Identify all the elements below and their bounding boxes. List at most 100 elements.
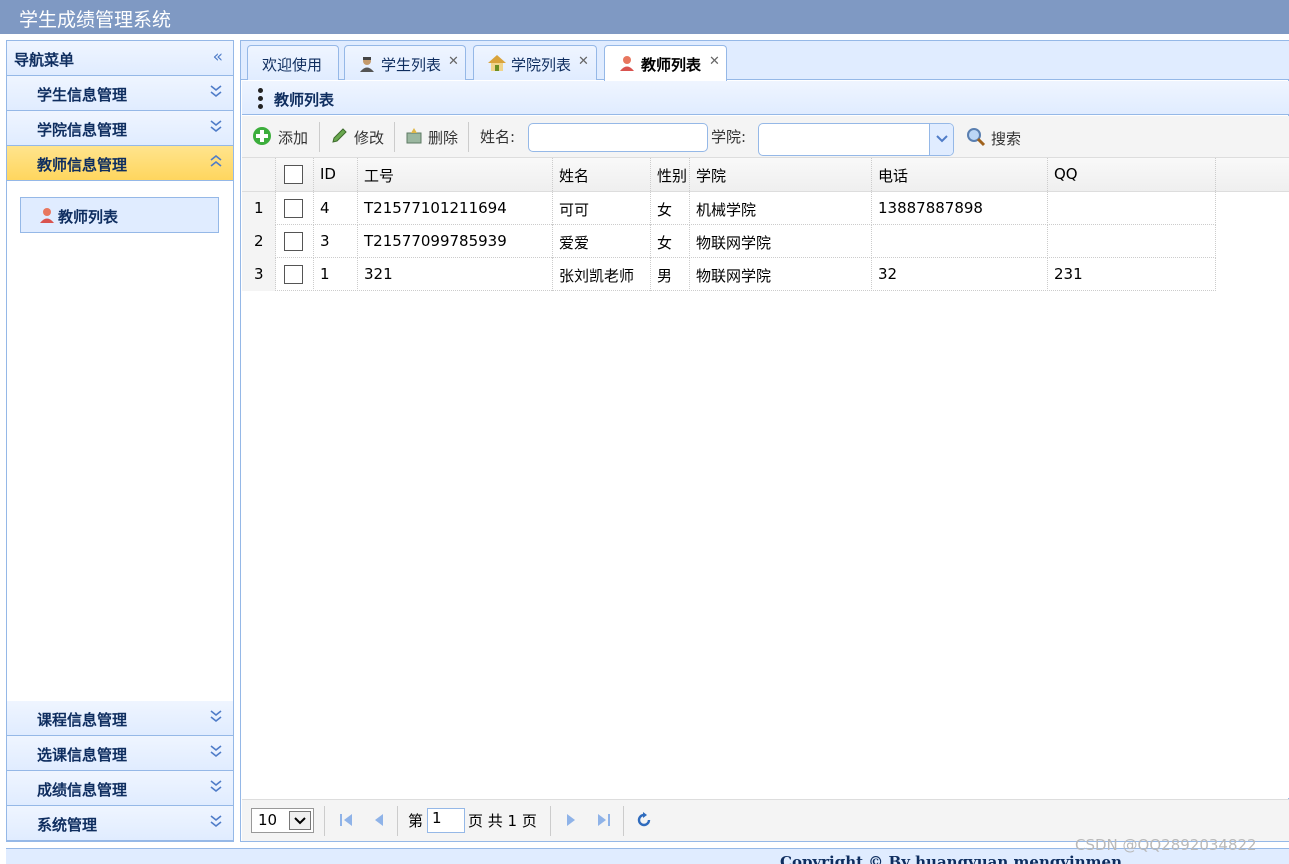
nav-section-label: 成绩信息管理 bbox=[37, 781, 128, 799]
close-icon[interactable]: ✕ bbox=[578, 54, 589, 69]
row-number: 1 bbox=[242, 192, 276, 225]
chevron-down-icon[interactable] bbox=[209, 743, 223, 759]
table-row[interactable]: 2 3 T21577099785939 爱爱 女 物联网学院 bbox=[242, 225, 1216, 258]
watermark: CSDN @QQ2892034822 bbox=[1075, 836, 1257, 854]
name-search-input[interactable] bbox=[528, 123, 708, 152]
header-checkbox-cell bbox=[276, 158, 314, 191]
menu-dots-icon bbox=[258, 88, 263, 110]
chevron-down-icon[interactable] bbox=[209, 118, 223, 134]
add-button[interactable]: 添加 bbox=[250, 123, 314, 151]
select-all-checkbox[interactable] bbox=[284, 165, 303, 184]
chevron-up-icon[interactable] bbox=[209, 153, 223, 169]
tab-welcome[interactable]: 欢迎使用 bbox=[247, 45, 339, 80]
row-checkbox[interactable] bbox=[284, 199, 303, 218]
column-header[interactable]: 学院 bbox=[690, 158, 872, 191]
table-row[interactable]: 1 4 T21577101211694 可可 女 机械学院 1388788789… bbox=[242, 192, 1216, 225]
cell-qq: 231 bbox=[1048, 258, 1216, 291]
main-tabs: 欢迎使用 学生列表 ✕ 学院列表 ✕ 教师列表 ✕ 教师列表 添加 修改 删除 … bbox=[240, 40, 1289, 842]
cell-no: T21577101211694 bbox=[358, 192, 553, 225]
nav-section-label: 学院信息管理 bbox=[37, 121, 128, 139]
chevron-down-icon[interactable] bbox=[209, 778, 223, 794]
tab-student-list[interactable]: 学生列表 ✕ bbox=[344, 45, 466, 80]
nav-link-teacher-list[interactable]: 教师列表 bbox=[20, 197, 219, 233]
refresh-icon[interactable] bbox=[635, 811, 653, 829]
nav-section-teacher[interactable]: 教师信息管理 bbox=[7, 146, 233, 181]
nav-panel: 导航菜单 « 学生信息管理 学院信息管理 教师信息管理 教师列表 课程信息管理 … bbox=[6, 40, 234, 842]
nav-section-course[interactable]: 课程信息管理 bbox=[7, 701, 233, 736]
select-arrow[interactable] bbox=[929, 124, 953, 155]
delete-icon bbox=[406, 128, 422, 144]
column-header[interactable]: ID bbox=[314, 158, 358, 191]
nav-section-label: 教师信息管理 bbox=[37, 156, 128, 174]
cell-id: 4 bbox=[314, 192, 358, 225]
header-rownum bbox=[242, 158, 276, 191]
page-size-select[interactable]: 10 bbox=[251, 808, 314, 833]
teacher-icon bbox=[620, 56, 634, 71]
cell-name: 爱爱 bbox=[553, 225, 651, 258]
collapse-left-icon[interactable]: « bbox=[213, 47, 223, 67]
toolbar-divider bbox=[319, 122, 320, 152]
tab-college-list[interactable]: 学院列表 ✕ bbox=[473, 45, 597, 80]
nav-section-label: 系统管理 bbox=[37, 816, 98, 834]
nav-section-grade[interactable]: 成绩信息管理 bbox=[7, 771, 233, 806]
cell-gender: 男 bbox=[651, 258, 690, 291]
panel-header: 教师列表 bbox=[242, 81, 1289, 115]
search-button[interactable]: 搜索 bbox=[964, 123, 1028, 151]
app-title: 学生成绩管理系统 bbox=[19, 9, 172, 31]
chevron-down-icon[interactable] bbox=[209, 813, 223, 829]
delete-button[interactable]: 删除 bbox=[402, 123, 466, 151]
select-arrow[interactable] bbox=[289, 811, 311, 830]
cell-no: 321 bbox=[358, 258, 553, 291]
page-number-input[interactable]: 1 bbox=[427, 808, 465, 833]
last-page-icon[interactable] bbox=[595, 811, 613, 829]
cell-college: 物联网学院 bbox=[690, 225, 872, 258]
row-checkbox[interactable] bbox=[284, 265, 303, 284]
tab-label: 教师列表 bbox=[641, 56, 702, 74]
table-header: ID 工号 姓名 性别 学院 电话 QQ bbox=[242, 158, 1289, 192]
nav-title: 导航菜单 bbox=[14, 51, 75, 69]
edit-button[interactable]: 修改 bbox=[328, 123, 390, 151]
nav-section-student[interactable]: 学生信息管理 bbox=[7, 76, 233, 111]
row-number: 3 bbox=[242, 258, 276, 291]
row-checkbox-cell bbox=[276, 192, 314, 225]
cell-phone bbox=[872, 225, 1048, 258]
cell-name: 张刘凯老师 bbox=[553, 258, 651, 291]
close-icon[interactable]: ✕ bbox=[448, 54, 459, 69]
student-icon bbox=[360, 57, 374, 72]
pager-divider bbox=[397, 806, 398, 836]
column-header[interactable]: 姓名 bbox=[553, 158, 651, 191]
first-page-icon[interactable] bbox=[337, 811, 355, 829]
column-header[interactable]: 性别 bbox=[651, 158, 690, 191]
tab-label: 学院列表 bbox=[511, 56, 572, 74]
name-field-label: 姓名: bbox=[480, 128, 516, 146]
pager-divider bbox=[623, 806, 624, 836]
next-page-icon[interactable] bbox=[562, 811, 580, 829]
column-header[interactable]: QQ bbox=[1048, 158, 1216, 191]
page-size-value: 10 bbox=[258, 811, 278, 829]
college-select[interactable] bbox=[758, 123, 954, 156]
pager-divider bbox=[550, 806, 551, 836]
teacher-icon bbox=[40, 208, 54, 223]
nav-section-selection[interactable]: 选课信息管理 bbox=[7, 736, 233, 771]
column-header[interactable]: 电话 bbox=[872, 158, 1048, 191]
pager-divider bbox=[324, 806, 325, 836]
row-checkbox[interactable] bbox=[284, 232, 303, 251]
college-field-label: 学院: bbox=[711, 128, 747, 146]
chevron-down-icon[interactable] bbox=[209, 83, 223, 99]
row-checkbox-cell bbox=[276, 225, 314, 258]
prev-page-icon[interactable] bbox=[370, 811, 388, 829]
nav-section-college[interactable]: 学院信息管理 bbox=[7, 111, 233, 146]
add-label: 添加 bbox=[278, 129, 309, 147]
cell-no: T21577099785939 bbox=[358, 225, 553, 258]
chevron-down-icon[interactable] bbox=[209, 708, 223, 724]
cell-phone: 32 bbox=[872, 258, 1048, 291]
data-grid: ID 工号 姓名 性别 学院 电话 QQ 1 4 T21577101211694… bbox=[242, 158, 1289, 798]
close-icon[interactable]: ✕ bbox=[709, 54, 720, 69]
tab-teacher-list[interactable]: 教师列表 ✕ bbox=[604, 45, 727, 81]
column-header[interactable]: 工号 bbox=[358, 158, 553, 191]
chevron-down-icon bbox=[294, 817, 306, 825]
table-row[interactable]: 3 1 321 张刘凯老师 男 物联网学院 32 231 bbox=[242, 258, 1216, 291]
cell-qq bbox=[1048, 225, 1216, 258]
nav-section-system[interactable]: 系统管理 bbox=[7, 806, 233, 841]
chevron-down-icon bbox=[936, 135, 948, 143]
